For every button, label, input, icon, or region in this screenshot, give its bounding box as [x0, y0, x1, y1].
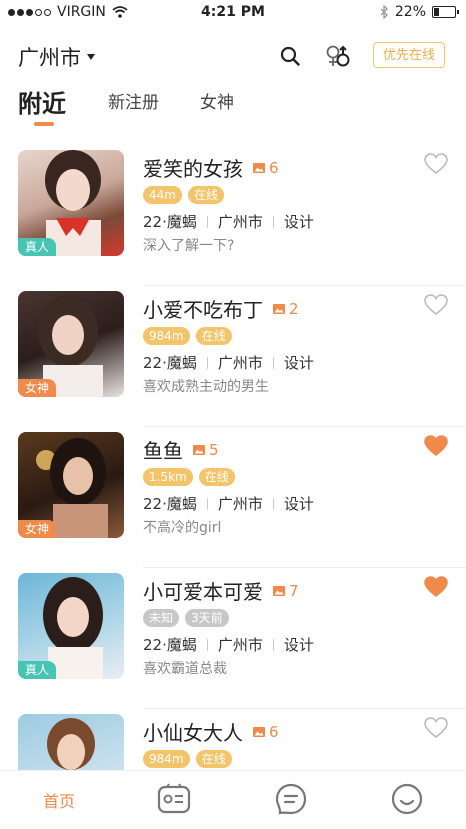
online-badge: 在线: [195, 327, 232, 345]
avatar-portrait: [47, 718, 95, 770]
tab-nearby[interactable]: 附近: [18, 84, 66, 119]
user-name: 鱼鱼: [143, 439, 183, 463]
profile-card-icon[interactable]: [157, 783, 191, 815]
avatar-tag: 女神: [18, 379, 56, 397]
avatar[interactable]: 女神: [18, 291, 124, 397]
heart-icon[interactable]: [424, 294, 448, 316]
job: 设计: [283, 354, 314, 372]
battery-percent: 22%: [394, 4, 426, 20]
list-item[interactable]: 女神 小爱不吃布丁 2 984m 在线 22·魔蝎 广州市 设计 喜欢成熟主动的…: [0, 286, 466, 427]
job: 设计: [283, 213, 314, 231]
avatar-tag: 真人: [18, 661, 56, 679]
badge-row: 984m 在线: [143, 750, 232, 768]
avatar[interactable]: [18, 714, 124, 771]
avatar-tag: 真人: [18, 238, 56, 256]
list-item[interactable]: 小仙女大人 6 984m 在线: [0, 709, 466, 771]
info-row: 22·魔蝎 广州市 设计: [143, 352, 314, 373]
user-name: 小爱不吃布丁: [143, 298, 263, 322]
search-icon[interactable]: [280, 46, 300, 66]
bottom-tab-bar: 首页: [0, 770, 466, 829]
age-sign: 22·魔蝎: [143, 636, 197, 654]
distance-badge: 984m: [143, 327, 190, 345]
avatar-tag: 女神: [18, 520, 56, 538]
user-name: 爱笑的女孩: [143, 157, 243, 181]
gender-filter-icon[interactable]: [324, 44, 352, 70]
heart-filled-icon[interactable]: [424, 576, 448, 598]
distance-badge: 984m: [143, 750, 190, 768]
online-badge: 在线: [187, 186, 224, 204]
avatar[interactable]: 真人: [18, 150, 124, 256]
badge-row: 44m 在线: [143, 186, 224, 204]
bio: 不高冷的girl: [143, 520, 222, 536]
online-badge: 在线: [195, 750, 232, 768]
city: 广州市: [217, 495, 263, 513]
badge-row: 1.5km 在线: [143, 468, 235, 486]
photo-icon: [273, 585, 285, 596]
user-name: 小可爱本可爱: [143, 580, 263, 604]
job: 设计: [283, 636, 314, 654]
top-bar: 广州市 优先在线: [0, 38, 466, 78]
heart-icon[interactable]: [424, 153, 448, 175]
photo-icon: [253, 162, 265, 173]
bluetooth-icon: [380, 5, 388, 19]
photo-icon: [253, 726, 265, 737]
caret-down-icon: [87, 54, 95, 60]
age-sign: 22·魔蝎: [143, 495, 197, 513]
bio: 深入了解一下?: [143, 238, 235, 254]
user-name: 小仙女大人: [143, 721, 243, 745]
age-sign: 22·魔蝎: [143, 213, 197, 231]
photo-count: 5: [193, 441, 219, 459]
tab-new-register[interactable]: 新注册: [108, 88, 159, 113]
info-row: 22·魔蝎 广州市 设计: [143, 634, 314, 655]
list-item[interactable]: 真人 爱笑的女孩 6 44m 在线 22·魔蝎 广州市 设计 深入了解一下?: [0, 145, 466, 286]
photo-icon: [273, 303, 285, 314]
message-icon[interactable]: [275, 783, 307, 815]
heart-filled-icon[interactable]: [424, 435, 448, 457]
city: 广州市: [217, 636, 263, 654]
info-row: 22·魔蝎 广州市 设计: [143, 493, 314, 514]
battery-icon: [432, 6, 459, 18]
distance-badge: 44m: [143, 186, 182, 204]
city: 广州市: [217, 354, 263, 372]
badge-row: 984m 在线: [143, 327, 232, 345]
photo-icon: [193, 444, 205, 455]
bio: 喜欢霸道总裁: [143, 661, 227, 677]
tab-goddess[interactable]: 女神: [200, 88, 234, 113]
tab-bar-top: 附近 新注册 女神: [0, 88, 466, 138]
job: 设计: [283, 495, 314, 513]
status-bar: VIRGIN 4:21 PM 22%: [0, 0, 466, 26]
avatar[interactable]: 女神: [18, 432, 124, 538]
online-badge: 在线: [198, 468, 235, 486]
photo-count: 7: [273, 582, 299, 600]
distance-badge: 未知: [143, 609, 180, 627]
info-row: 22·魔蝎 广州市 设计: [143, 211, 314, 232]
active-tab-indicator: [34, 122, 54, 126]
photo-count: 6: [253, 723, 279, 741]
tab-home[interactable]: 首页: [39, 788, 79, 818]
bio: 喜欢成熟主动的男生: [143, 379, 269, 395]
list-item[interactable]: 女神 鱼鱼 5 1.5km 在线 22·魔蝎 广州市 设计 不高冷的girl: [0, 427, 466, 568]
city-selector[interactable]: 广州市: [18, 42, 95, 72]
city-label: 广州市: [18, 46, 81, 70]
avatar[interactable]: 真人: [18, 573, 124, 679]
photo-count: 6: [253, 159, 279, 177]
photo-count: 2: [273, 300, 299, 318]
list-item[interactable]: 真人 小可爱本可爱 7 未知 3天前 22·魔蝎 广州市 设计 喜欢霸道总裁: [0, 568, 466, 709]
me-smiley-icon[interactable]: [391, 783, 423, 815]
heart-icon[interactable]: [424, 717, 448, 739]
badge-row: 未知 3天前: [143, 609, 229, 627]
distance-badge: 1.5km: [143, 468, 193, 486]
priority-online-button[interactable]: 优先在线: [373, 42, 445, 68]
last-seen-badge: 3天前: [185, 609, 229, 627]
city: 广州市: [217, 213, 263, 231]
age-sign: 22·魔蝎: [143, 354, 197, 372]
